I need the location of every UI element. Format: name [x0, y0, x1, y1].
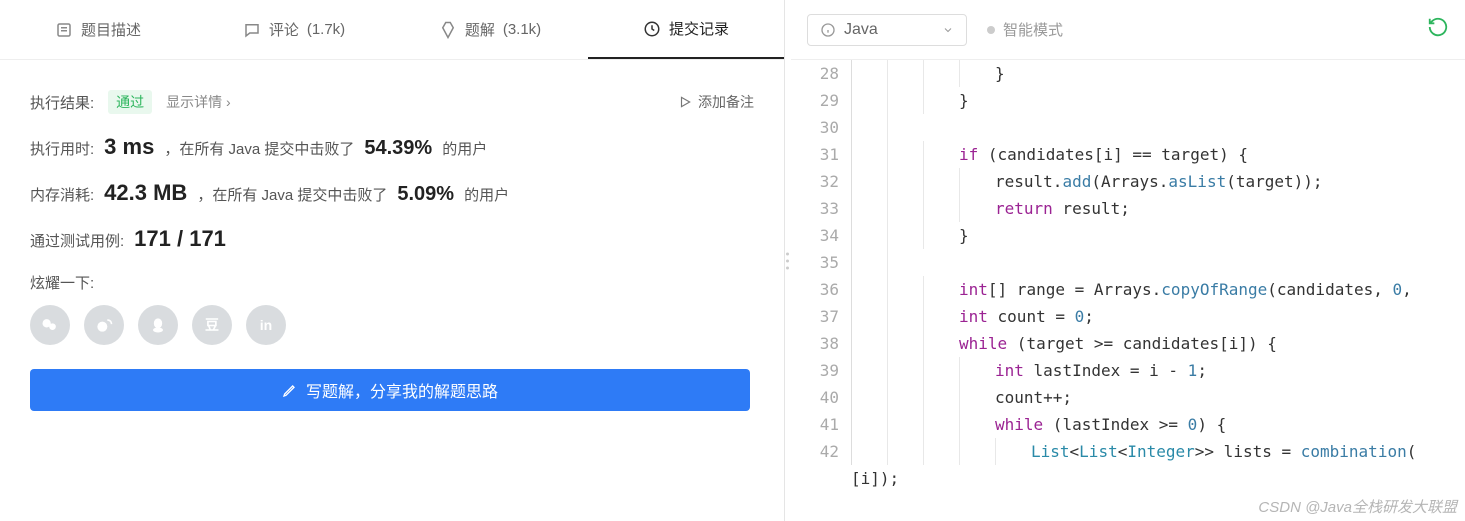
tab-label: 题目描述: [81, 19, 141, 40]
memory-suffix: 的用户: [464, 184, 509, 205]
testcases-label: 通过测试用例:: [30, 230, 124, 251]
info-icon: [820, 22, 836, 38]
line-number: 29: [791, 87, 839, 114]
line-number: 33: [791, 195, 839, 222]
history-icon: [643, 20, 661, 38]
line-number: 32: [791, 168, 839, 195]
line-number: 34: [791, 222, 839, 249]
code-line[interactable]: while (target >= candidates[i]) {: [851, 330, 1465, 357]
mode-indicator[interactable]: 智能模式: [987, 19, 1063, 40]
detail-link[interactable]: 显示详情 ›: [166, 92, 231, 112]
code-line[interactable]: [i]);: [851, 465, 1465, 492]
code-line[interactable]: [851, 249, 1465, 276]
weibo-icon[interactable]: [84, 305, 124, 345]
line-number: 39: [791, 357, 839, 384]
line-number: [791, 465, 839, 492]
line-number: 35: [791, 249, 839, 276]
write-button-label: 写题解，分享我的解题思路: [306, 378, 498, 402]
code-lines[interactable]: }} if (candidates[i] == target) {result.a…: [851, 60, 1465, 521]
add-note-button[interactable]: 添加备注: [678, 92, 754, 112]
testcases-row: 通过测试用例: 171 / 171: [30, 226, 754, 252]
qq-icon[interactable]: [138, 305, 178, 345]
code-line[interactable]: }: [851, 222, 1465, 249]
line-number: 37: [791, 303, 839, 330]
tab-count: (1.7k): [307, 21, 345, 38]
line-number: 41: [791, 411, 839, 438]
status-badge: 通过: [108, 90, 152, 114]
language-label: Java: [844, 21, 878, 39]
code-line[interactable]: int[] range = Arrays.copyOfRange(candida…: [851, 276, 1465, 303]
code-line[interactable]: [851, 114, 1465, 141]
comment-icon: [243, 21, 261, 39]
share-icons: 豆 in: [30, 305, 754, 345]
tab-label: 题解: [465, 19, 495, 40]
runtime-pct: 54.39%: [364, 137, 432, 160]
write-solution-button[interactable]: 写题解，分享我的解题思路: [30, 369, 750, 411]
flag-icon: [678, 95, 692, 109]
solution-icon: [439, 21, 457, 39]
memory-label: 内存消耗:: [30, 184, 94, 205]
language-select[interactable]: Java: [807, 14, 967, 46]
douban-icon[interactable]: 豆: [192, 305, 232, 345]
result-panel: 执行结果: 通过 显示详情 › 添加备注 执行用时: 3 ms ，在所有 Jav…: [0, 60, 784, 431]
linkedin-icon[interactable]: in: [246, 305, 286, 345]
chevron-down-icon: [942, 24, 954, 36]
reset-icon[interactable]: [1427, 16, 1449, 44]
code-line[interactable]: int lastIndex = i - 1;: [851, 357, 1465, 384]
runtime-label: 执行用时:: [30, 138, 94, 159]
memory-text: ，在所有 Java 提交中击败了: [197, 184, 387, 205]
editor-toolbar: Java 智能模式: [791, 0, 1465, 60]
pencil-icon: [282, 382, 298, 398]
tab-comments[interactable]: 评论 (1.7k): [196, 0, 392, 59]
code-line[interactable]: int count = 0;: [851, 303, 1465, 330]
runtime-value: 3 ms: [104, 134, 154, 160]
line-number: 30: [791, 114, 839, 141]
line-gutter: 282930313233343536373839404142: [791, 60, 851, 521]
memory-row: 内存消耗: 42.3 MB ，在所有 Java 提交中击败了 5.09% 的用户: [30, 180, 754, 206]
code-line[interactable]: return result;: [851, 195, 1465, 222]
line-number: 40: [791, 384, 839, 411]
code-line[interactable]: while (lastIndex >= 0) {: [851, 411, 1465, 438]
memory-pct: 5.09%: [397, 183, 454, 206]
line-number: 42: [791, 438, 839, 465]
mode-dot-icon: [987, 26, 995, 34]
code-line[interactable]: }: [851, 60, 1465, 87]
line-number: 36: [791, 276, 839, 303]
line-number: 31: [791, 141, 839, 168]
code-editor[interactable]: 282930313233343536373839404142 }} if (can…: [791, 60, 1465, 521]
tab-label: 评论: [269, 19, 299, 40]
line-number: 38: [791, 330, 839, 357]
code-line[interactable]: result.add(Arrays.asList(target));: [851, 168, 1465, 195]
code-line[interactable]: List<List<Integer>> lists = combination(: [851, 438, 1465, 465]
description-icon: [55, 21, 73, 39]
runtime-text: ，在所有 Java 提交中击败了: [164, 138, 354, 159]
result-label: 执行结果:: [30, 92, 94, 113]
tab-description[interactable]: 题目描述: [0, 0, 196, 59]
code-line[interactable]: if (candidates[i] == target) {: [851, 141, 1465, 168]
runtime-row: 执行用时: 3 ms ，在所有 Java 提交中击败了 54.39% 的用户: [30, 134, 754, 160]
runtime-suffix: 的用户: [442, 138, 487, 159]
code-line[interactable]: }: [851, 87, 1465, 114]
tab-submissions[interactable]: 提交记录: [588, 0, 784, 59]
mode-label: 智能模式: [1003, 19, 1063, 40]
tab-solutions[interactable]: 题解 (3.1k): [392, 0, 588, 59]
memory-value: 42.3 MB: [104, 180, 187, 206]
line-number: 28: [791, 60, 839, 87]
wechat-icon[interactable]: [30, 305, 70, 345]
tab-label: 提交记录: [669, 18, 729, 39]
testcases-value: 171 / 171: [134, 226, 226, 252]
add-note-label: 添加备注: [698, 92, 754, 112]
share-label: 炫耀一下:: [30, 272, 754, 293]
tab-bar: 题目描述 评论 (1.7k) 题解 (3.1k) 提交记录: [0, 0, 784, 60]
tab-count: (3.1k): [503, 21, 541, 38]
code-line[interactable]: count++;: [851, 384, 1465, 411]
